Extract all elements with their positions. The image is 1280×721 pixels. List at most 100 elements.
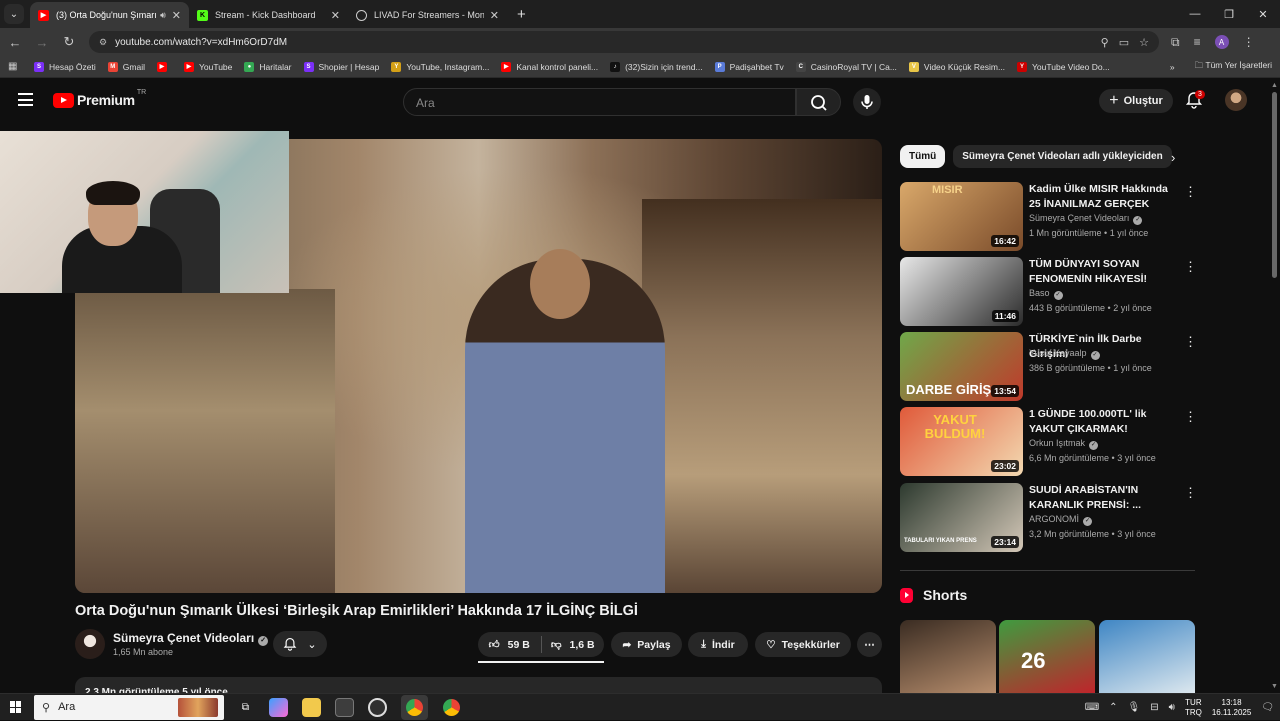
zoom-icon[interactable]: ⚲ <box>1101 36 1109 49</box>
recommended-channel[interactable]: Baso ✓ <box>1029 288 1063 300</box>
dislike-button[interactable]: 👎︎ 1,6 B <box>542 638 605 652</box>
tab-search-button[interactable]: ⌄ <box>4 4 24 24</box>
recommended-title[interactable]: SUUDİ ARABİSTAN'IN KARANLIK PRENSİ: ... <box>1029 483 1179 513</box>
chip-all[interactable]: Tümü <box>900 145 946 168</box>
tab-livad[interactable]: LIVAD For Streamers - Monetiz ✕ <box>348 2 507 28</box>
cast-icon[interactable]: ▭ <box>1119 36 1129 49</box>
video-thumbnail[interactable]: 11:46 <box>900 257 1023 326</box>
video-thumbnail[interactable]: DARBE GİRİŞ 13:54 <box>900 332 1023 401</box>
video-thumbnail[interactable]: YAKUT BULDUM! 23:02 <box>900 407 1023 476</box>
media-controls-icon[interactable]: ≡ <box>1194 35 1201 49</box>
recommended-video[interactable]: YAKUT BULDUM! 23:02 1 GÜNDE 100.000TL' l… <box>900 407 1200 477</box>
youtube-premium-logo[interactable]: Premium TR <box>53 89 146 108</box>
minimize-icon[interactable]: — <box>1178 0 1212 28</box>
bookmark-item[interactable]: P Padişahbet Tv <box>714 61 784 72</box>
bookmark-item[interactable]: ▶ <box>156 61 172 72</box>
like-button[interactable]: 👍︎ 59 B <box>478 638 541 652</box>
taskbar-search[interactable]: ⚲ Ara <box>34 694 224 720</box>
recommended-video[interactable]: MISIR 16:42 Kadim Ülke MISIR Hakkında 25… <box>900 182 1200 252</box>
chevron-right-icon[interactable]: › <box>1171 150 1175 165</box>
share-button[interactable]: ➦ Paylaş <box>611 632 682 657</box>
user-avatar[interactable] <box>1225 89 1247 111</box>
input-language[interactable]: TUR TRQ <box>1185 698 1202 718</box>
more-vert-icon[interactable]: ⋮ <box>1184 485 1197 501</box>
bookmark-item[interactable]: S Hesap Özeti <box>34 61 96 72</box>
file-explorer-icon[interactable] <box>302 697 321 717</box>
recommended-channel[interactable]: Yusuf Kayaalp ✓ <box>1029 348 1100 360</box>
shorts-thumbnail[interactable] <box>1099 620 1195 695</box>
scroll-up-arrow-icon[interactable]: ▲ <box>1271 82 1278 89</box>
tray-overflow-icon[interactable]: ⌃ <box>1109 702 1117 713</box>
task-view-icon[interactable]: ⧉ <box>236 698 255 717</box>
download-button[interactable]: ⤓ İndir <box>688 632 748 657</box>
recommended-channel[interactable]: Orkun Işıtmak ✓ <box>1029 438 1099 450</box>
bookmarks-overflow-icon[interactable]: » <box>1170 62 1175 72</box>
bookmark-star-icon[interactable]: ☆ <box>1139 36 1149 49</box>
profile-avatar[interactable]: A <box>1214 35 1229 49</box>
bookmark-item[interactable]: S Shopier | Hesap <box>303 61 379 72</box>
recommended-video[interactable]: DARBE GİRİŞ 13:54 TÜRKİYE`nin İlk Darbe … <box>900 332 1200 402</box>
notification-center-icon[interactable]: 🗨︎ <box>1261 702 1274 713</box>
all-bookmarks[interactable]: 🗀︎ Tüm Yer İşaretleri <box>1195 60 1272 74</box>
url-text[interactable]: youtube.com/watch?v=xdHm6OrD7dM <box>115 37 1101 48</box>
site-info-icon[interactable]: ⚙ <box>99 37 107 48</box>
bookmark-item[interactable]: V Video Küçük Resim... <box>908 61 1005 72</box>
recommended-channel[interactable]: Sümeyra Çenet Videoları ✓ <box>1029 213 1143 225</box>
menu-hamburger-icon[interactable] <box>18 93 33 110</box>
bookmark-item[interactable]: ▶ YouTube <box>183 61 232 72</box>
voice-search-button[interactable] <box>853 88 881 116</box>
recommended-video[interactable]: TABULARI YIKAN PRENS 23:14 SUUDİ ARABİST… <box>900 483 1200 553</box>
more-vert-icon[interactable]: ⋮ <box>1184 259 1197 275</box>
new-tab-button[interactable]: + <box>517 6 526 23</box>
copilot-icon[interactable] <box>269 697 288 717</box>
page-scrollbar[interactable] <box>1272 92 1277 278</box>
extensions-icon[interactable]: ⧉ <box>1171 35 1180 50</box>
tab-kick[interactable]: K Stream - Kick Dashboard ✕ <box>189 2 348 28</box>
bookmark-item[interactable]: ♪ (32)Sizin için trend... <box>610 61 703 72</box>
recommended-title[interactable]: TÜM DÜNYAYI SOYAN FENOMENİN HİKAYESİ! <box>1029 257 1179 287</box>
more-vert-icon[interactable]: ⋮ <box>1184 334 1197 350</box>
restore-icon[interactable]: ❐ <box>1212 0 1246 28</box>
keyboard-icon[interactable]: ⌨ <box>1085 702 1099 713</box>
chrome-active-icon[interactable] <box>401 694 428 720</box>
recommended-channel[interactable]: ARGONOMİ ✓ <box>1029 514 1093 526</box>
recommended-video[interactable]: 11:46 TÜM DÜNYAYI SOYAN FENOMENİN HİKAYE… <box>900 257 1200 327</box>
url-bar[interactable]: ⚙ youtube.com/watch?v=xdHm6OrD7dM ⚲ ▭ ☆ <box>89 31 1159 53</box>
bookmark-item[interactable]: C CasinoRoyal TV | Ca... <box>795 61 897 72</box>
store-icon[interactable] <box>335 697 354 717</box>
chip-uploader[interactable]: Sümeyra Çenet Videoları adlı yükleyicide… <box>953 145 1172 168</box>
chrome-icon[interactable] <box>442 698 461 717</box>
channel-name[interactable]: Sümeyra Çenet Videoları ✓ <box>113 631 269 646</box>
shorts-thumbnail[interactable] <box>900 620 996 695</box>
more-vert-icon[interactable]: ⋮ <box>1184 409 1197 425</box>
video-thumbnail[interactable]: MISIR 16:42 <box>900 182 1023 251</box>
bookmark-item[interactable]: ▶ Kanal kontrol paneli... <box>501 61 598 72</box>
recommended-title[interactable]: 1 GÜNDE 100.000TL' lik YAKUT ÇIKARMAK! <box>1029 407 1179 437</box>
scroll-down-arrow-icon[interactable]: ▼ <box>1271 683 1278 690</box>
video-thumbnail[interactable]: TABULARI YIKAN PRENS 23:14 <box>900 483 1023 552</box>
reload-icon[interactable]: ↻ <box>57 34 81 50</box>
search-button[interactable] <box>796 88 841 116</box>
browser-menu-icon[interactable]: ⋮ <box>1243 35 1255 49</box>
search-input[interactable]: Ara <box>403 88 796 116</box>
shorts-thumbnail[interactable]: 26 <box>999 620 1095 695</box>
create-button[interactable]: + Oluştur <box>1099 89 1173 113</box>
system-clock[interactable]: 13:18 16.11.2025 <box>1212 698 1251 718</box>
thanks-button[interactable]: ♡ Teşekkürler <box>755 632 851 657</box>
more-vert-icon[interactable]: ⋮ <box>1184 184 1197 200</box>
bookmark-item[interactable]: Y YouTube Video Do... <box>1017 61 1110 72</box>
apps-grid-icon[interactable]: ▦ <box>8 61 20 72</box>
close-window-icon[interactable]: ✕ <box>1246 0 1280 28</box>
bookmark-item[interactable]: M Gmail <box>107 61 145 72</box>
close-tab-icon[interactable]: ✕ <box>490 9 499 22</box>
speaker-icon[interactable]: 🔊︎ <box>160 10 166 21</box>
tab-youtube[interactable]: ▶ (3) Orta Doğu'nun Şımarık Ü 🔊︎ ✕ <box>30 2 189 28</box>
microphone-tray-icon[interactable]: 🎙︎ <box>1128 702 1141 713</box>
volume-icon[interactable]: 🔊︎ <box>1169 702 1175 713</box>
close-tab-icon[interactable]: ✕ <box>172 9 181 22</box>
recommended-title[interactable]: Kadim Ülke MISIR Hakkında 25 İNANILMAZ G… <box>1029 182 1179 212</box>
close-tab-icon[interactable]: ✕ <box>331 9 340 22</box>
windows-start-icon[interactable] <box>10 701 22 713</box>
more-actions-button[interactable]: ⋯ <box>857 632 882 657</box>
channel-avatar[interactable] <box>75 629 105 659</box>
